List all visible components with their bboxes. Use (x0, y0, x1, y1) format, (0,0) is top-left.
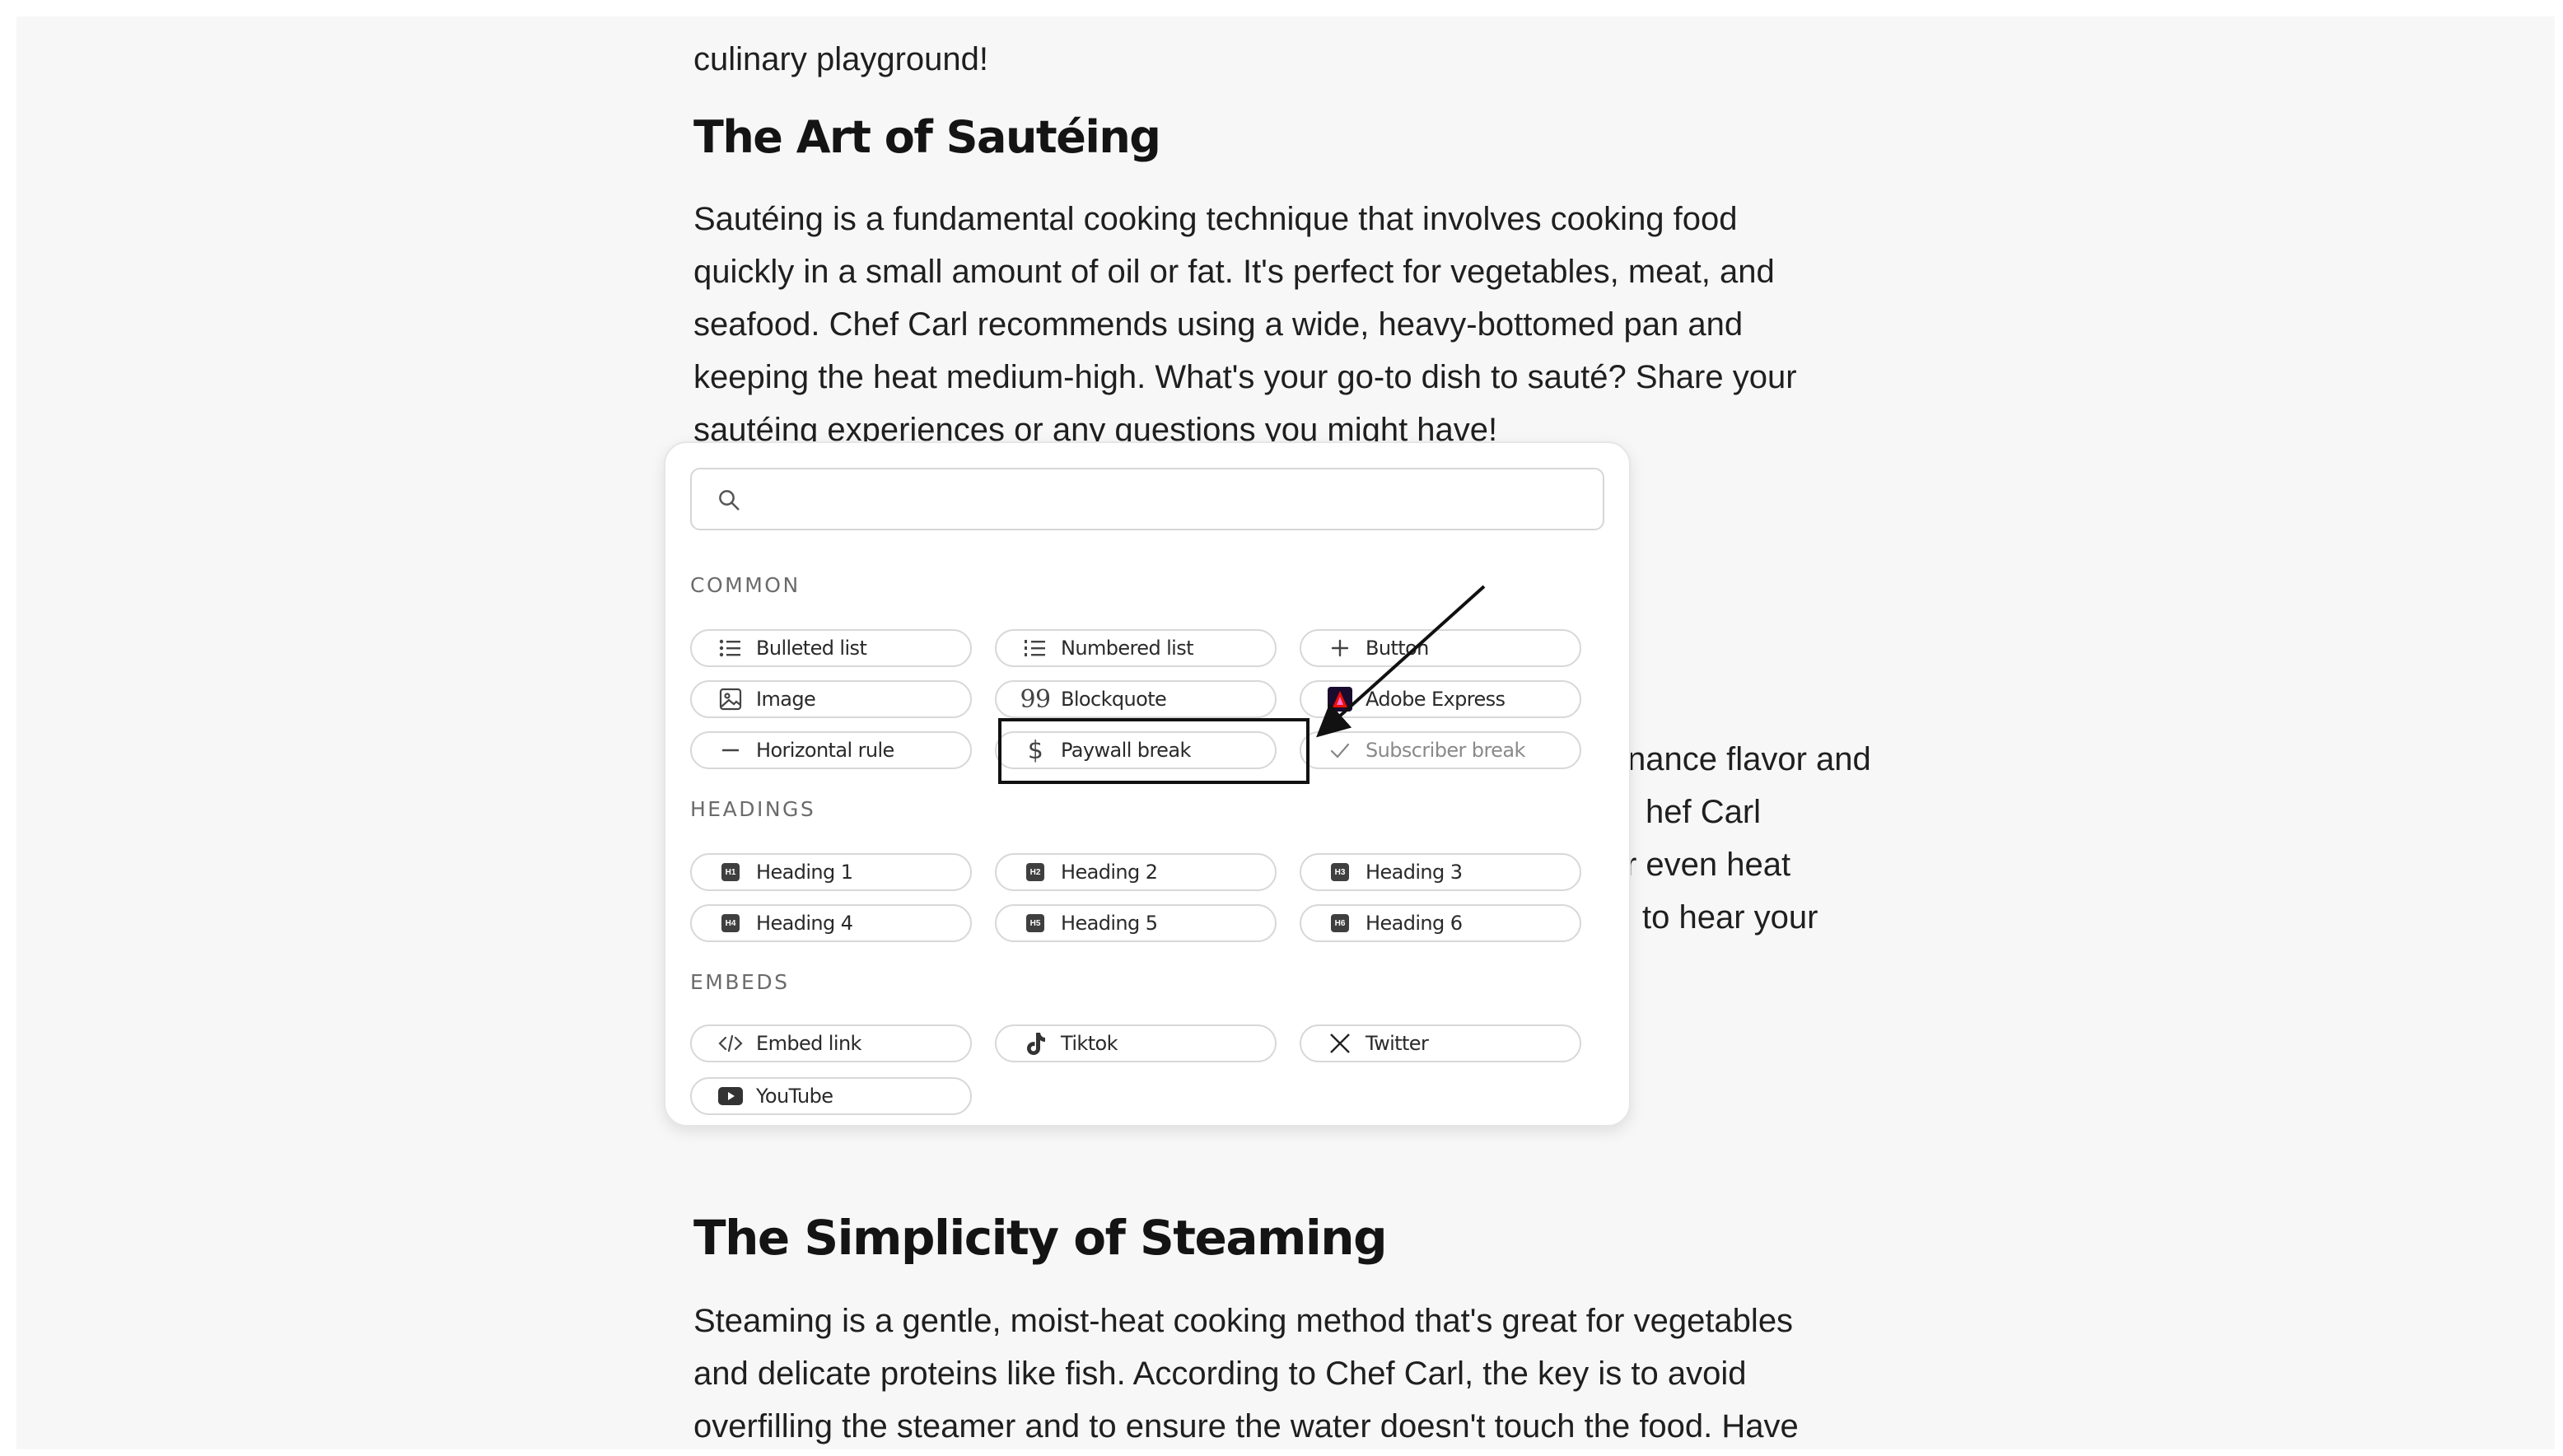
editor-page: culinary playground! The Art of Sautéing… (16, 16, 2555, 1449)
annotation-arrow (1316, 585, 1486, 738)
